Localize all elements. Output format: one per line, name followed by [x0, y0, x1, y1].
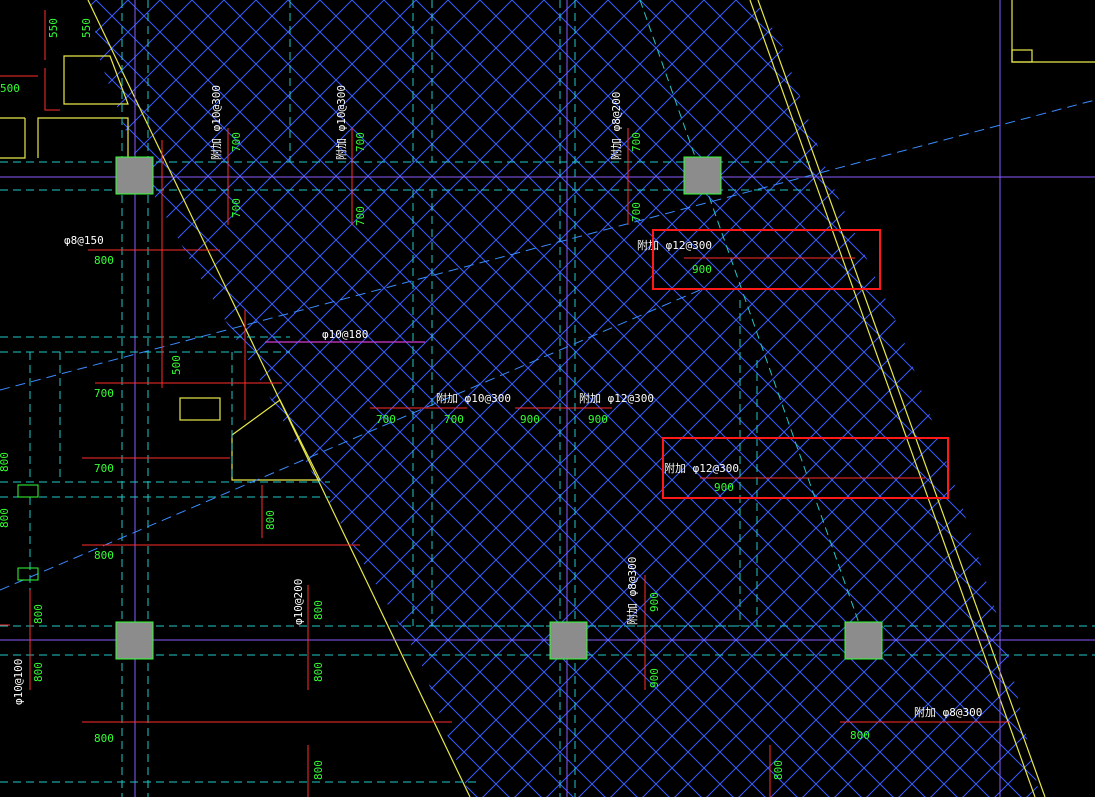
- dim-label: 800: [772, 760, 785, 780]
- dim-label: 900: [692, 263, 712, 276]
- rebar-spec-label: 附加 φ10@300: [334, 85, 348, 160]
- dim-label: 700: [376, 413, 396, 426]
- dim-label: 700: [230, 132, 243, 152]
- rebar-spec-label: φ10@100: [12, 659, 25, 705]
- rebar-spec-label: 附加 φ12@300: [579, 391, 654, 405]
- rebar-spec-label: 附加 φ10@300: [209, 85, 223, 160]
- dim-label: 700: [94, 387, 114, 400]
- rebar-spec-label: 附加 φ12@300: [637, 238, 712, 252]
- dim-label: 900: [520, 413, 540, 426]
- dim-label: 900: [648, 592, 661, 612]
- dim-label: 800: [32, 604, 45, 624]
- column: [115, 621, 154, 660]
- column: [844, 621, 883, 660]
- dim-label: 800: [32, 662, 45, 682]
- dim-label: 700: [630, 132, 643, 152]
- column: [683, 156, 722, 195]
- rebar-spec-label: 附加 φ8@300: [625, 557, 639, 625]
- dim-label: 800: [312, 662, 325, 682]
- dim-label: 800: [312, 760, 325, 780]
- dim-label: 550: [47, 18, 60, 38]
- rebar-spec-label: 附加 φ8@300: [914, 705, 982, 719]
- column-small: [17, 484, 39, 498]
- column: [115, 156, 154, 195]
- rebar-spec-label: 附加 φ12@300: [664, 461, 739, 475]
- dim-label: 800: [312, 600, 325, 620]
- dim-label: 800: [0, 508, 11, 528]
- dim-label: 900: [714, 481, 734, 494]
- dim-label: 800: [94, 549, 114, 562]
- dim-label: 550: [80, 18, 93, 38]
- rebar-spec-label: φ10@180: [322, 328, 368, 341]
- dim-label: 800: [0, 452, 11, 472]
- dim-label: 800: [94, 254, 114, 267]
- dim-label: 500: [170, 355, 183, 375]
- dim-label: 800: [94, 732, 114, 745]
- dim-label: 700: [354, 132, 367, 152]
- column-small: [17, 567, 39, 581]
- dim-label: 700: [94, 462, 114, 475]
- cad-drawing-canvas[interactable]: 550 550 500 附加 φ10@300 700 700 附加 φ10@30…: [0, 0, 1095, 797]
- dim-label: 900: [588, 413, 608, 426]
- rebar-spec-label: 附加 φ8@200: [609, 92, 623, 160]
- dim-label: 800: [264, 510, 277, 530]
- dim-label: 700: [230, 198, 243, 218]
- column: [549, 621, 588, 660]
- dim-label: 700: [630, 202, 643, 222]
- dim-label: 700: [354, 206, 367, 226]
- rebar-spec-label: 附加 φ10@300: [436, 391, 511, 405]
- dim-label: 700: [444, 413, 464, 426]
- rebar-spec-label: φ10@200: [292, 579, 305, 625]
- rebar-spec-label: φ8@150: [64, 234, 104, 247]
- dim-label: 800: [850, 729, 870, 742]
- dim-label: 900: [648, 668, 661, 688]
- dim-label: 500: [0, 82, 20, 95]
